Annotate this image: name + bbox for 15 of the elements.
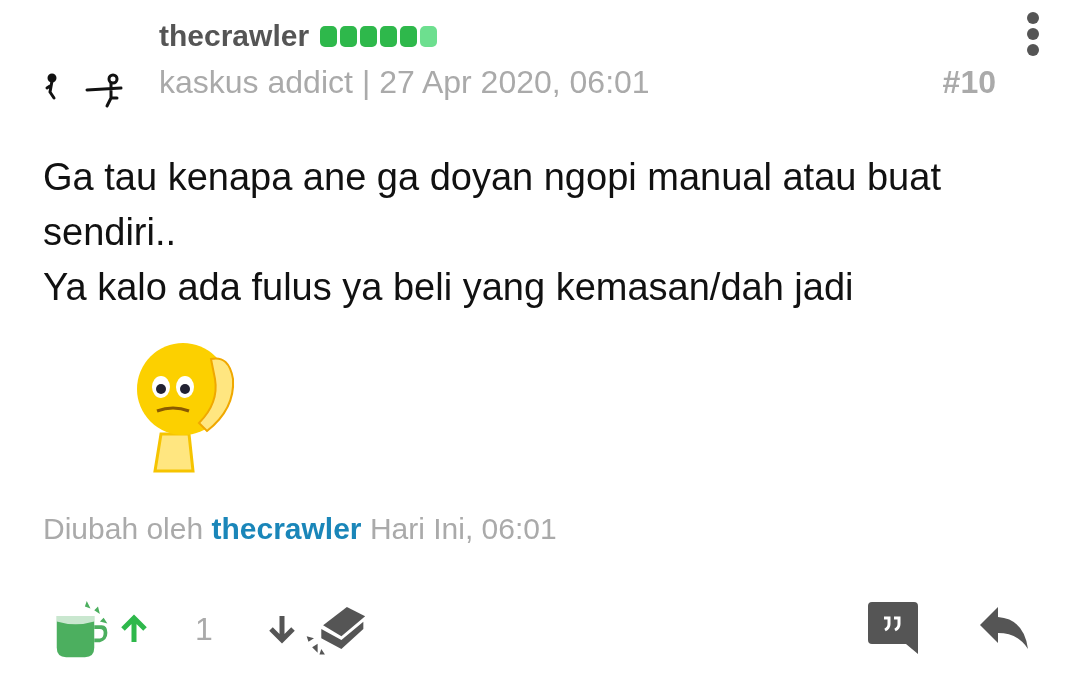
post-number[interactable]: #10 bbox=[942, 64, 996, 101]
reply-icon[interactable] bbox=[980, 607, 1030, 651]
quote-icon[interactable] bbox=[866, 602, 920, 656]
upvote-arrow-icon[interactable] bbox=[119, 614, 149, 644]
downvote-arrow-icon[interactable] bbox=[266, 614, 297, 644]
post-text: Ya kalo ada fulus ya beli yang kemasan/dah jadi bbox=[43, 265, 855, 310]
edited-note: Diubah oleh thecrawler Hari Ini, 06:01 bbox=[43, 512, 558, 546]
user-rank: kaskus addict bbox=[159, 64, 353, 101]
vote-count: 1 bbox=[195, 610, 213, 648]
separator: | bbox=[361, 64, 371, 101]
post-date: 27 Apr 2020, 06:01 bbox=[379, 64, 650, 101]
user-link[interactable]: thecrawler bbox=[211, 512, 362, 545]
post-text: Ga tau kenapa ane ga doyan ngopi manual atau buat sendiri.. bbox=[43, 155, 942, 255]
username[interactable]: thecrawler bbox=[159, 19, 310, 53]
more-menu-icon[interactable] bbox=[1026, 12, 1040, 56]
